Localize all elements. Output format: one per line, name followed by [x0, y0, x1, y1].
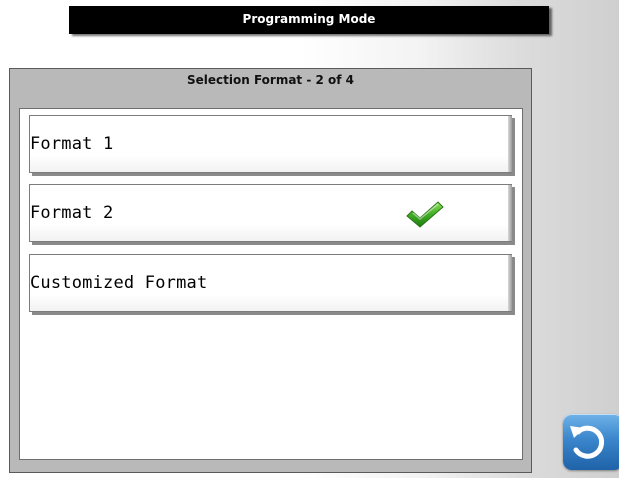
option-label: Format 2 — [30, 203, 114, 223]
programming-mode-title-bar: Programming Mode — [69, 6, 549, 34]
back-arrow-icon — [570, 425, 605, 459]
back-button[interactable] — [563, 414, 619, 470]
option-format-2[interactable]: Format 2 — [29, 184, 512, 242]
option-customized-format[interactable]: Customized Format — [29, 254, 512, 312]
option-label: Format 1 — [30, 134, 114, 154]
option-label: Customized Format — [30, 273, 208, 293]
page-title: Programming Mode — [242, 12, 376, 26]
checkmark-icon — [405, 201, 445, 229]
option-format-1[interactable]: Format 1 — [29, 115, 512, 173]
selection-format-dialog: Selection Format - 2 of 4 Format 1 Forma… — [9, 68, 532, 473]
dialog-body: Format 1 Format 2 Customized Format — [19, 108, 523, 460]
dialog-title: Selection Format - 2 of 4 — [186, 73, 355, 87]
